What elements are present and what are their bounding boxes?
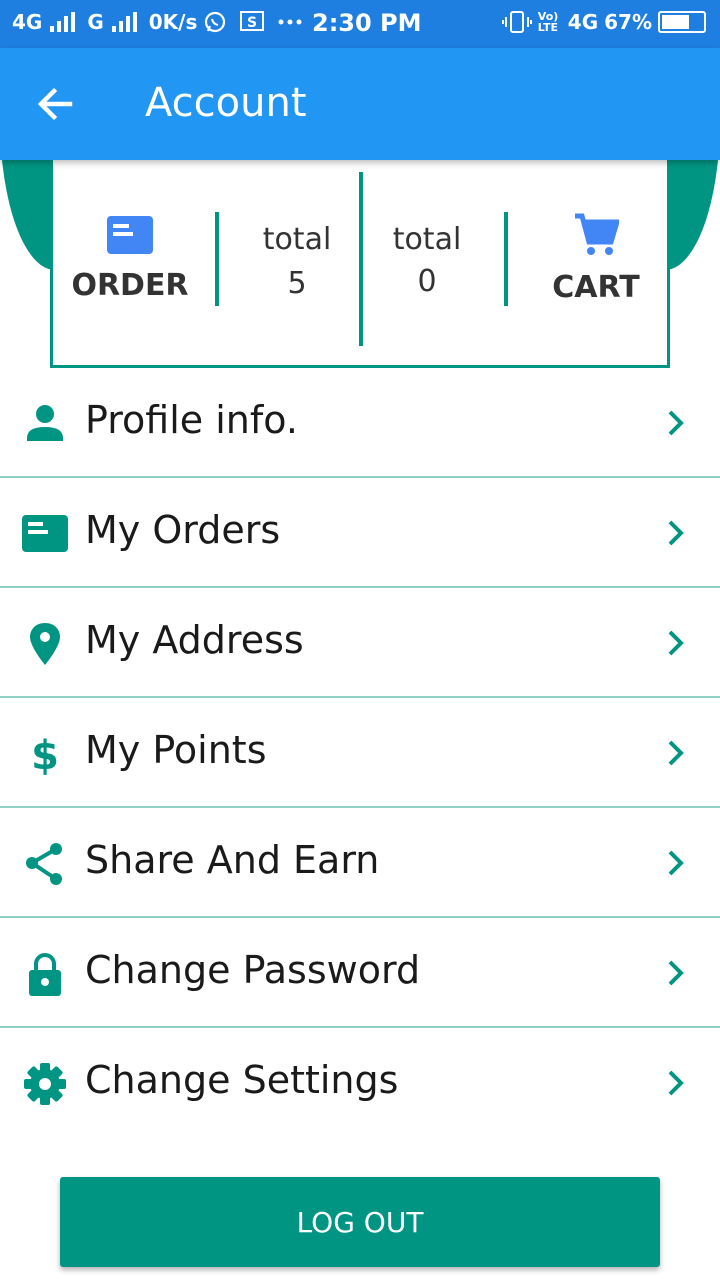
menu-item-profile-info[interactable]: Profile info. [0, 368, 720, 478]
order-icon [107, 216, 153, 254]
chevron-right-icon [668, 520, 684, 546]
chevron-right-icon [668, 960, 684, 986]
order-shortcut[interactable]: ORDER [65, 216, 195, 303]
menu-item-label: Profile info. [85, 398, 298, 442]
menu-item-label: My Orders [85, 508, 281, 552]
svg-text:$: $ [31, 733, 59, 777]
volte-label: Vo) LTE [537, 10, 559, 34]
order-label: ORDER [71, 268, 189, 303]
signal-icon-2 [111, 12, 137, 32]
lock-icon [29, 953, 61, 996]
whatsapp-icon [205, 11, 226, 33]
divider [215, 212, 219, 306]
network-type-3: 4G [567, 10, 599, 34]
person-icon [27, 405, 63, 441]
cart-shortcut[interactable]: CART [531, 212, 661, 305]
cart-total: total 0 [365, 218, 489, 302]
back-arrow-icon[interactable] [30, 82, 82, 126]
orders-total-label: total [262, 222, 332, 257]
divider [504, 212, 508, 306]
share-icon [26, 843, 62, 885]
menu-item-label: Change Password [85, 948, 421, 992]
network-type-1: 4G [12, 10, 43, 34]
dollar-icon: $ [31, 733, 59, 777]
menu-item-my-points[interactable]: $ My Points [0, 698, 720, 808]
summary-card: ORDER total 5 total 0 CART [50, 150, 670, 368]
battery-percent: 67% [604, 10, 652, 34]
vibrate-icon [501, 11, 532, 33]
menu-item-label: My Points [85, 728, 267, 772]
menu-item-my-address[interactable]: My Address [0, 588, 720, 698]
page-title: Account [145, 80, 307, 126]
location-pin-icon [30, 623, 60, 665]
menu-item-label: My Address [85, 618, 304, 662]
chevron-right-icon [668, 850, 684, 876]
data-speed: 0K/s [148, 10, 198, 34]
logout-button[interactable]: LOG OUT [60, 1177, 660, 1267]
chevron-right-icon [668, 630, 684, 656]
chevron-right-icon [668, 1070, 684, 1096]
app-bar: Account [0, 48, 720, 160]
orders-total: total 5 [235, 218, 359, 306]
orders-total-value: 5 [287, 266, 307, 301]
menu-item-change-settings[interactable]: Change Settings [0, 1028, 720, 1138]
divider [359, 172, 363, 346]
cart-icon [575, 213, 619, 255]
more-notifications-icon [278, 19, 302, 25]
status-bar: 4G G 0K/s S 2:30 PM Vo) LTE 4G 67% [0, 0, 720, 48]
cart-label: CART [552, 270, 640, 305]
status-time: 2:30 PM [312, 9, 422, 37]
account-menu: Profile info. My Orders My Address $ My … [0, 368, 720, 1138]
network-type-2: G [87, 10, 104, 34]
signal-icon-1 [50, 12, 76, 32]
menu-item-change-password[interactable]: Change Password [0, 918, 720, 1028]
menu-item-label: Change Settings [85, 1058, 399, 1102]
chevron-right-icon [668, 740, 684, 766]
menu-item-my-orders[interactable]: My Orders [0, 478, 720, 588]
menu-item-share-and-earn[interactable]: Share And Earn [0, 808, 720, 918]
screenshot-icon: S [240, 11, 265, 31]
cart-total-value: 0 [417, 264, 437, 299]
svg-text:S: S [247, 15, 257, 31]
chevron-right-icon [668, 410, 684, 436]
gear-icon [24, 1063, 66, 1105]
menu-item-label: Share And Earn [85, 838, 380, 882]
cart-total-label: total [392, 222, 462, 257]
orders-icon [22, 515, 68, 552]
battery-icon [658, 11, 706, 33]
